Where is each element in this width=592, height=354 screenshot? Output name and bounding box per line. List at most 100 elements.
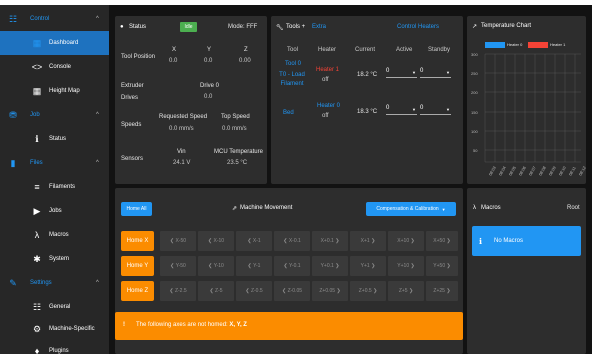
move-x-plus-0-1-button[interactable]: X+0.1 ❯ [312,231,348,251]
move-z-minus-0-05-button[interactable]: ❮ Z-0.05 [274,281,310,301]
tool-position-label: Tool Position [121,54,156,60]
requested-speed-label: Requested Speed [159,114,208,120]
bed-current-temp: 18.3 °C [357,109,378,115]
sidebar-group-label: Files [30,160,43,166]
tools-title[interactable]: Tools + [286,24,305,30]
sidebar-item-plugins[interactable]: ♦ Plugins [0,339,109,354]
move-y-minus-1-button[interactable]: ❮ Y-1 [236,256,272,276]
x-tick-label: 08:06 [518,165,528,177]
bed-link[interactable]: Bed [283,110,294,116]
move-button-label: X-50 [175,238,187,244]
tool-0-standby-value: 0 [420,68,424,74]
warning-text: The following axes are not homed: X, Y, … [136,322,247,328]
home-all-button[interactable]: Home All [121,202,152,216]
temperature-chart-plot: 300 250 200 150 100 50 08:03 08:04 08:05… [471,52,586,177]
sidebar-group-files[interactable]: ▮ Files ^ [0,151,109,175]
info-icon: ℹ [35,133,39,144]
home-x-button[interactable]: Home X [121,231,154,251]
chevron-right-icon: ❯ [371,263,376,269]
tool-0-active-select[interactable]: 0 ▼ [386,68,417,78]
load-filament-link[interactable]: T0 - Load Filament [275,71,309,89]
move-y-minus-10-button[interactable]: ❮ Y-10 [198,256,234,276]
home-y-button[interactable]: Home Y [121,256,154,276]
caret-down-icon: ▼ [446,107,450,112]
chevron-up-icon: ^ [96,16,99,22]
move-z-minus-2-5-button[interactable]: ❮ Z-2.5 [160,281,196,301]
tab-extra[interactable]: Extra [312,24,326,30]
vin-value: 24.1 V [173,160,191,166]
sidebar-group-job[interactable]: ⛃ Job ^ [0,103,109,127]
move-z-plus-0-5-button[interactable]: Z+0.5 ❯ [350,281,386,301]
sidebar-item-console[interactable]: <> Console [0,55,109,79]
move-y-minus-0-1-button[interactable]: ❮ Y-0.1 [274,256,310,276]
sidebar-item-height-map[interactable]: ▦ Height Map [0,79,109,103]
bed-active-select[interactable]: 0 ▼ [386,105,417,115]
move-button-label: Y-0.1 [289,263,301,269]
x-tick-label: 08:12 [578,165,586,177]
axis-x-value: 0.0 [169,58,178,64]
tool-0-active-value: 0 [386,68,390,74]
move-z-plus-5-button[interactable]: Z+5 ❯ [388,281,424,301]
sidebar-item-machine-specific[interactable]: ⚙ Machine-Specific [0,317,109,341]
sidebar-item-macros[interactable]: λ Macros [0,223,109,247]
sidebar-item-label: Macros [49,232,69,238]
wrench-icon: 🔧︎ [276,25,284,31]
files-icon: ▮ [10,157,16,168]
sidebar-item-system[interactable]: ✱ System [0,247,109,271]
heater-1-label[interactable]: Heater 1 [316,67,339,73]
column-header: Heater [318,47,337,53]
sidebar-item-label: Jobs [49,208,62,214]
tool-0-standby-select[interactable]: 0 ▼ [420,68,451,78]
move-button-label: Y-10 [213,263,224,269]
move-y-plus-1-button[interactable]: Y+1 ❯ [350,256,386,276]
move-x-minus-50-button[interactable]: ❮ X-50 [160,231,196,251]
move-z-plus-0-05-button[interactable]: Z+0.05 ❯ [312,281,348,301]
move-button-label: X+50 [433,238,446,244]
control-icon: ☷ [8,13,18,24]
compensation-calibration-button[interactable]: Compensation & Calibration ▼ [366,202,456,216]
move-z-minus-5-button[interactable]: ❮ Z-5 [198,281,234,301]
move-x-plus-10-button[interactable]: X+10 ❯ [388,231,424,251]
control-heaters-dropdown[interactable]: Control Heaters [397,24,439,30]
status-title: Status [129,24,147,30]
move-y-plus-0-1-button[interactable]: Y+0.1 ❯ [312,256,348,276]
move-z-plus-25-button[interactable]: Z+25 ❯ [426,281,458,301]
warning-prefix: The following axes are not homed: [136,322,228,328]
heater-0-label[interactable]: Heater 0 [317,103,340,109]
sidebar-item-general[interactable]: ☷ General [0,295,109,319]
chevron-up-icon: ^ [96,280,99,286]
sidebar-group-settings[interactable]: ✎ Settings ^ [0,271,109,295]
y-tick-label: 50 [473,148,478,153]
axes-not-homed-alert: ! The following axes are not homed: X, Y… [115,312,463,340]
move-y-plus-10-button[interactable]: Y+10 ❯ [388,256,424,276]
sidebar-item-dashboard[interactable]: ▦ Dashboard [0,31,109,55]
move-x-plus-50-button[interactable]: X+50 ❯ [426,231,458,251]
machine-movement-title: Machine Movement [240,205,293,211]
sidebar-item-jobs[interactable]: ▶ Jobs [0,199,109,223]
drive-value: 0.0 [204,94,213,100]
sidebar-item-label: General [49,304,71,310]
move-x-minus-0-1-button[interactable]: ❮ X-0.1 [274,231,310,251]
move-x-minus-10-button[interactable]: ❮ X-10 [198,231,234,251]
move-y-minus-50-button[interactable]: ❮ Y-50 [160,256,196,276]
home-z-button[interactable]: Home Z [121,281,154,301]
sidebar-item-filaments[interactable]: ≡ Filaments [0,175,109,199]
macros-icon: λ [34,230,40,240]
move-x-minus-1-button[interactable]: ❮ X-1 [236,231,272,251]
macros-root-breadcrumb[interactable]: Root [567,205,580,211]
status-badge: Idle [180,22,197,32]
bed-standby-select[interactable]: 0 ▼ [420,105,451,115]
move-button-label: Y+1 [360,263,370,269]
move-x-plus-1-button[interactable]: X+1 ❯ [350,231,386,251]
caret-down-icon: ▼ [412,70,416,75]
chevron-left-icon: ❮ [170,263,175,269]
chevron-left-icon: ❮ [245,288,250,294]
chevron-right-icon: ❯ [410,238,415,244]
sidebar-group-control[interactable]: ☷ Control ^ [0,7,109,31]
tool-0-link[interactable]: Tool 0 [285,61,301,67]
move-y-plus-50-button[interactable]: Y+50 ❯ [426,256,458,276]
sidebar-group-label: Job [30,112,40,118]
sidebar-item-status[interactable]: ℹ Status [0,127,109,151]
sidebar-group-label: Settings [30,280,52,286]
move-z-minus-0-5-button[interactable]: ❮ Z-0.5 [236,281,272,301]
